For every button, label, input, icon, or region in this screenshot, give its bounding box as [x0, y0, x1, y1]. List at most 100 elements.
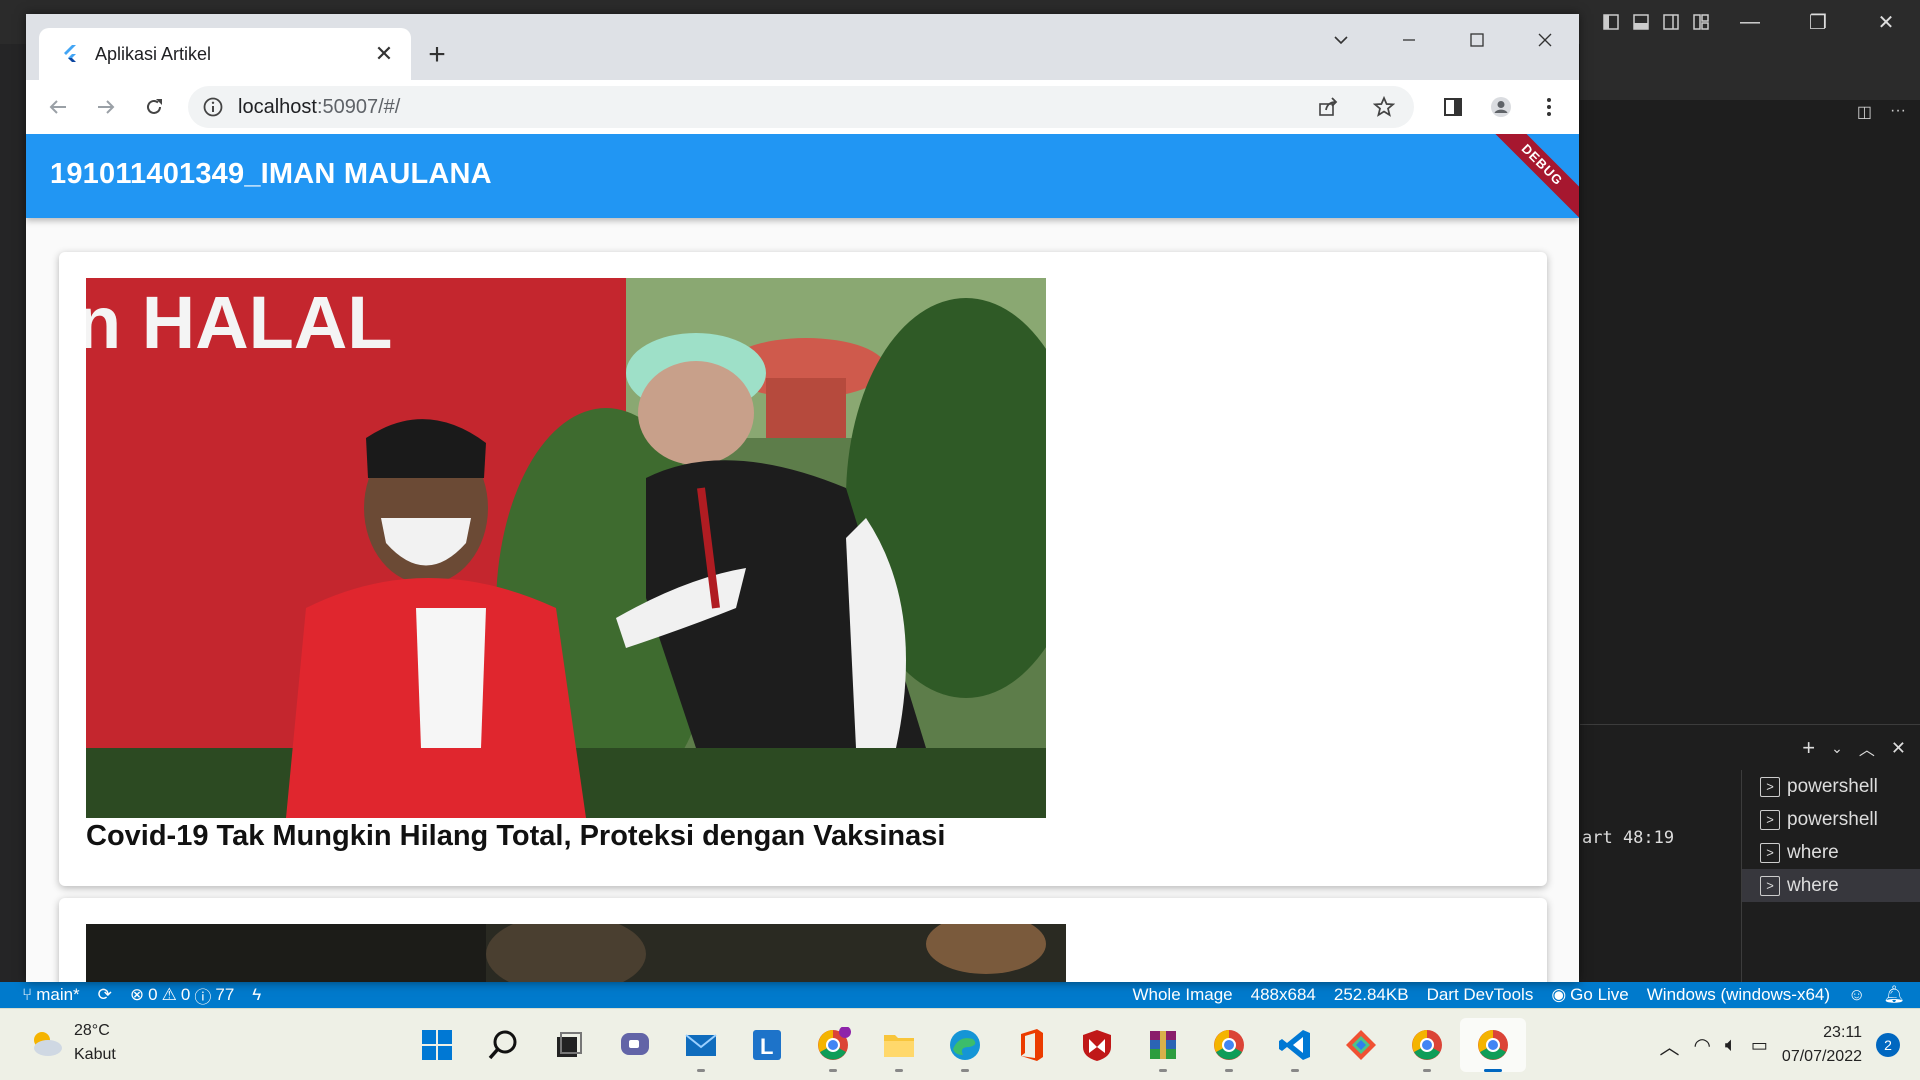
- terminal-item-label: where: [1787, 874, 1839, 896]
- chrome-profile-button[interactable]: [800, 1018, 866, 1072]
- vscode-button[interactable]: [1262, 1018, 1328, 1072]
- clock[interactable]: 23:11 07/07/2022: [1782, 1021, 1862, 1069]
- browser-tab[interactable]: Aplikasi Artikel ✕: [39, 28, 411, 80]
- volume-icon[interactable]: 🔈︎: [1725, 1034, 1737, 1057]
- feedback-icon[interactable]: ☺: [1839, 985, 1874, 1005]
- windows-logo-icon: [422, 1030, 452, 1060]
- temperature: 28°C: [74, 1022, 110, 1039]
- task-view-button[interactable]: [536, 1018, 602, 1072]
- terminal-item-label: where: [1787, 841, 1839, 863]
- mcafee-button[interactable]: [1064, 1018, 1130, 1072]
- branch-item[interactable]: ⑂ main*: [0, 985, 89, 1005]
- back-icon[interactable]: [34, 85, 82, 129]
- gitkraken-button[interactable]: [1328, 1018, 1394, 1072]
- bell-icon[interactable]: 🔔︎: [1874, 985, 1914, 1005]
- sync-icon[interactable]: ⟳: [89, 985, 121, 1005]
- battery-icon[interactable]: ▭: [1751, 1035, 1768, 1056]
- vscode-statusbar: ⑂ main* ⟳ ⊗ 0 ⚠ 0 ⓘ 77 ϟ Whole Image 488x68…: [0, 982, 1920, 1008]
- windows-taskbar: 28°C Kabut L ︿ ◠ 🔈︎ ▭ 23:11 07/07/2022 2: [0, 1008, 1920, 1080]
- layout-secondary-icon[interactable]: [1656, 0, 1686, 44]
- problems-item[interactable]: ⊗ 0 ⚠ 0 ⓘ 77: [121, 983, 243, 1008]
- split-editor-icon[interactable]: ◫: [1857, 102, 1872, 122]
- warning-icon: ⚠: [161, 985, 177, 1004]
- winrar-button[interactable]: [1130, 1018, 1196, 1072]
- terminal-item[interactable]: > where: [1742, 869, 1920, 902]
- site-info-icon[interactable]: [202, 96, 224, 118]
- side-panel-icon[interactable]: [1429, 85, 1477, 129]
- terminal-item[interactable]: > where: [1742, 836, 1920, 869]
- chrome-icon: [1214, 1030, 1244, 1060]
- bookmark-star-icon[interactable]: [1360, 85, 1408, 129]
- taskbar-apps: L: [404, 1018, 1526, 1072]
- running-indicator: [829, 1069, 837, 1072]
- git-branch-icon: ⑂: [22, 985, 33, 1004]
- more-actions-icon[interactable]: ···: [1890, 102, 1906, 122]
- error-icon: ⊗: [129, 985, 145, 1004]
- article-image: n HALAL: [86, 278, 1046, 818]
- running-indicator: [1225, 1069, 1233, 1072]
- new-terminal-icon[interactable]: +: [1802, 735, 1815, 761]
- vscode-editor-tabs: ◫ ···: [1580, 44, 1920, 121]
- device-item[interactable]: Windows (windows-x64): [1638, 985, 1839, 1005]
- chrome-button-active[interactable]: [1460, 1018, 1526, 1072]
- terminal-item[interactable]: > powershell: [1742, 803, 1920, 836]
- golive-item[interactable]: ◉ Go Live: [1542, 985, 1637, 1005]
- mail-button[interactable]: [668, 1018, 734, 1072]
- terminal-dropdown-icon[interactable]: ⌄: [1831, 740, 1843, 757]
- profile-avatar-icon[interactable]: [1477, 85, 1525, 129]
- vscode-restore-icon[interactable]: ❐: [1784, 0, 1852, 44]
- filesize-item[interactable]: 252.84KB: [1325, 985, 1418, 1005]
- menu-kebab-icon[interactable]: [1525, 85, 1573, 129]
- customize-layout-icon[interactable]: [1686, 0, 1716, 44]
- tab-close-icon[interactable]: ✕: [369, 39, 399, 69]
- error-count: 0: [148, 985, 158, 1004]
- article-title: Covid-19 Tak Mungkin Hilang Total, Prote…: [86, 820, 946, 852]
- running-indicator: [1291, 1069, 1299, 1072]
- terminal-icon: >: [1760, 842, 1780, 863]
- tab-strip: Aplikasi Artikel ✕ +: [26, 14, 1579, 80]
- winrar-icon: [1150, 1031, 1176, 1059]
- page-title: 191011401349_IMAN MAULANA: [50, 158, 492, 190]
- teams-chat-button[interactable]: [602, 1018, 668, 1072]
- tab-search-icon[interactable]: [1307, 14, 1375, 66]
- weather-condition: Kabut: [74, 1046, 116, 1063]
- new-tab-icon[interactable]: +: [420, 38, 454, 72]
- layout-panel-icon[interactable]: [1626, 0, 1656, 44]
- reload-icon[interactable]: [130, 85, 178, 129]
- article-card[interactable]: n HALAL Covid-19 Tak Mungkin Hilang Tota…: [59, 252, 1547, 886]
- devtools-item[interactable]: Dart DevTools: [1418, 985, 1543, 1005]
- forward-icon[interactable]: [82, 85, 130, 129]
- start-button[interactable]: [404, 1018, 470, 1072]
- chrome-button-3[interactable]: [1394, 1018, 1460, 1072]
- article-card[interactable]: [59, 898, 1547, 982]
- close-panel-icon[interactable]: ✕: [1891, 738, 1906, 759]
- edge-button[interactable]: [932, 1018, 998, 1072]
- layout-sidebar-icon[interactable]: [1596, 0, 1626, 44]
- running-indicator: [895, 1069, 903, 1072]
- search-button[interactable]: [470, 1018, 536, 1072]
- folder-icon: [884, 1035, 914, 1057]
- dimensions-item[interactable]: 488x684: [1242, 985, 1325, 1005]
- minimize-icon[interactable]: [1375, 14, 1443, 66]
- maximize-icon[interactable]: [1443, 14, 1511, 66]
- l-app-button[interactable]: L: [734, 1018, 800, 1072]
- wifi-icon[interactable]: ◠: [1693, 1033, 1710, 1058]
- file-explorer-button[interactable]: [866, 1018, 932, 1072]
- share-icon[interactable]: [1304, 85, 1352, 129]
- terminal-item[interactable]: > powershell: [1742, 770, 1920, 803]
- maximize-panel-icon[interactable]: ︿: [1859, 736, 1875, 760]
- whole-image-item[interactable]: Whole Image: [1123, 985, 1241, 1005]
- vscode-activity-bar: [0, 44, 26, 982]
- flash-icon[interactable]: ϟ: [243, 985, 270, 1005]
- office-button[interactable]: [998, 1018, 1064, 1072]
- vscode-close-icon[interactable]: ✕: [1852, 0, 1920, 44]
- close-icon[interactable]: [1511, 14, 1579, 66]
- address-bar[interactable]: localhost:50907/#/: [188, 86, 1414, 128]
- chevron-up-icon[interactable]: ︿: [1659, 1031, 1679, 1060]
- image-caption-text: n HALAL: [86, 281, 393, 364]
- weather-widget[interactable]: 28°C Kabut: [28, 1019, 116, 1067]
- terminal-icon: >: [1760, 776, 1780, 797]
- chrome-button-2[interactable]: [1196, 1018, 1262, 1072]
- notification-badge[interactable]: 2: [1876, 1033, 1900, 1057]
- vscode-minimize-icon[interactable]: —: [1716, 0, 1784, 44]
